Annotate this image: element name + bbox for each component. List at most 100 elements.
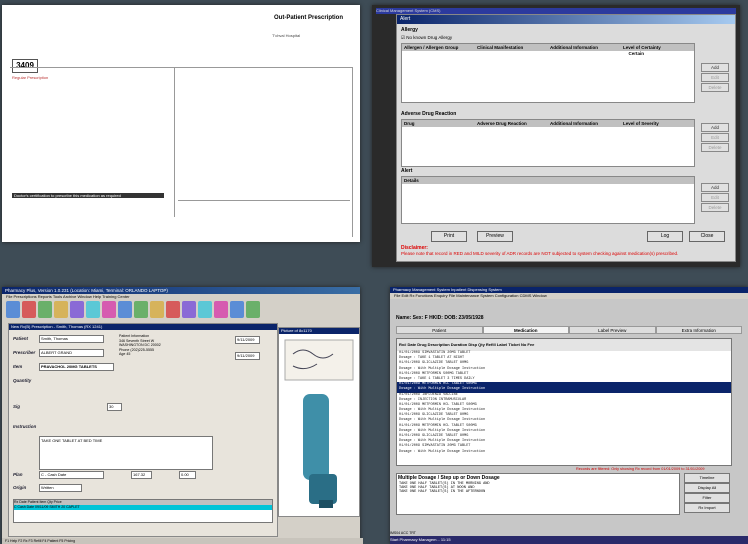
pharmacy-plus-screenshot: Pharmacy Plus, Version 1.0.231 (Location…	[2, 287, 363, 544]
prescription-logo: Out-Patient Prescription	[274, 15, 344, 21]
toolbar-icon[interactable]	[134, 301, 148, 318]
allergy-col-2: Clinical Manifestation	[477, 45, 524, 50]
toolbar-icon[interactable]	[6, 301, 20, 318]
tab-extra-information[interactable]: Extra Information	[655, 326, 742, 334]
preview-button[interactable]: Preview	[477, 231, 513, 242]
toolbar-icon[interactable]	[230, 301, 244, 318]
adr-add-button[interactable]: Add	[701, 123, 729, 132]
alert-section-label: Alert	[401, 168, 413, 174]
allergy-delete-button[interactable]: Delete	[701, 83, 729, 92]
adr-delete-button[interactable]: Delete	[701, 143, 729, 152]
drug-picture-window: Picture of 8c1170	[278, 327, 360, 517]
toolbar-icon[interactable]	[182, 301, 196, 318]
allergy-col-3: Additional Information	[550, 45, 598, 50]
sig-label: Sig	[13, 404, 21, 409]
adr-edit-button[interactable]: Edit	[701, 133, 729, 142]
display-all-button[interactable]: Display All	[684, 483, 730, 493]
rx-import-button[interactable]: Rx Import	[684, 503, 730, 513]
toolbar-icon[interactable]	[198, 301, 212, 318]
form-title: New Rx(B) Prescription - Smith, Thomas (…	[9, 324, 277, 330]
alert-edit-button[interactable]: Edit	[701, 193, 729, 202]
app-title-bar: Pharmacy Plus, Version 1.0.231 (Location…	[2, 287, 360, 294]
allergy-grid[interactable]: Allergen / Allergen Group Clinical Manif…	[401, 43, 695, 103]
print-button[interactable]: Print	[431, 231, 467, 242]
alert-delete-button[interactable]: Delete	[701, 203, 729, 212]
medication-row[interactable]: Dosage : With Multiple Dosage Instructio…	[397, 450, 731, 455]
adr-grid[interactable]: Drug Adverse Drug Reaction Additional In…	[401, 119, 695, 167]
days-field[interactable]: 30	[107, 403, 122, 411]
prescriber-field[interactable]: ALBERT GRAND	[39, 349, 104, 357]
pharmacy-management-screenshot: Pharmacy Management System Inpatient Dis…	[390, 287, 748, 544]
alert-add-button[interactable]: Add	[701, 183, 729, 192]
medication-grid[interactable]: Rx# Date Drug Description Duration Disp …	[396, 338, 732, 466]
regular-prescription-label: Regular Prescription	[12, 75, 49, 80]
alert-grid[interactable]: Details	[401, 176, 695, 224]
allergy-col-1: Allergen / Allergen Group	[404, 45, 459, 50]
tab-bar: Patient Medication Label Preview Extra I…	[396, 326, 742, 334]
divider	[174, 67, 175, 217]
adr-col-3: Additional Information	[550, 121, 598, 126]
plan-field[interactable]: C - Cash Date	[39, 471, 104, 479]
patient-field[interactable]: Smith, Thomas	[39, 335, 104, 343]
toolbar-icon[interactable]	[70, 301, 84, 318]
toolbar-icon[interactable]	[86, 301, 100, 318]
allergy-section-label: Allergy	[401, 27, 418, 33]
divider	[10, 67, 352, 68]
origin-label: Origin	[13, 485, 27, 490]
adr-col-2: Adverse Drug Reaction	[477, 121, 527, 126]
patient-information: Patient Information 346 Seventh Street W…	[119, 334, 161, 356]
toolbar-icon[interactable]	[150, 301, 164, 318]
toolbar-icon[interactable]	[214, 301, 228, 318]
adr-col-1: Drug	[404, 121, 415, 126]
multiple-dosage-title: Multiple Dosage / Step up or Down Dosage	[398, 475, 500, 481]
toolbar-icon[interactable]	[54, 301, 68, 318]
allergy-edit-button[interactable]: Edit	[701, 73, 729, 82]
instruction-field[interactable]: TAKE ONE TABLET AT BED TIME	[39, 436, 213, 470]
close-button[interactable]: Close	[689, 231, 725, 242]
log-button[interactable]: Log	[647, 231, 683, 242]
allergy-col-4: Level of Certainty	[623, 45, 661, 50]
dosage-line: TAKE ONE HALF TABLET(S) IN THE AFTERNOON	[399, 490, 486, 494]
table-row-selected[interactable]: C Cash Date 09/11/09 SMITH 20 CAPLET	[14, 505, 272, 510]
no-known-allergy-checkbox[interactable]: ☑ No known Drug Allergy	[401, 35, 452, 41]
item-label: Item	[13, 364, 23, 369]
tab-patient[interactable]: Patient	[396, 326, 483, 334]
toolbar	[2, 300, 360, 322]
hospital-name: T'chval Hospital	[272, 33, 301, 38]
alert-window: Alert Allergy ☑ No known Drug Allergy Al…	[396, 14, 736, 262]
toolbar-icon[interactable]	[38, 301, 52, 318]
price-field[interactable]: 167.32	[131, 471, 152, 479]
timeline-button[interactable]: Timeline	[684, 473, 730, 483]
toolbar-icon[interactable]	[22, 301, 36, 318]
prescription-number-box: 3409	[12, 59, 38, 73]
prescription-form: New Rx(B) Prescription - Smith, Thomas (…	[8, 323, 278, 537]
alert-col-details: Details	[404, 178, 419, 183]
doctor-certification-bar: Doctor's certification to prescribe this…	[12, 193, 164, 198]
toolbar-icon[interactable]	[118, 301, 132, 318]
toolbar-icon[interactable]	[102, 301, 116, 318]
inhaler-image	[284, 339, 354, 508]
copay-field[interactable]: 0.00	[179, 471, 196, 479]
tab-medication[interactable]: Medication	[482, 326, 569, 334]
adr-section-label: Adverse Drug Reaction	[401, 111, 457, 117]
allergy-add-button[interactable]: Add	[701, 63, 729, 72]
taskbar[interactable]: Start Pharmacy Managem... 11:15	[390, 536, 748, 544]
prescription-table[interactable]: Rx Date Patient Item Qty Price C Cash Da…	[13, 499, 273, 523]
toolbar-icon[interactable]	[166, 301, 180, 318]
toolbar-icon[interactable]	[246, 301, 260, 318]
dispensed-date[interactable]: 9/11/2009	[235, 352, 260, 360]
divider	[178, 200, 350, 201]
filter-warning: Records are filtered: Only showing Rx re…	[576, 467, 705, 471]
plan-label: Plan	[13, 472, 23, 477]
patient-line: Name: Sex: F HKID: DOB: 23/05/1928	[396, 315, 484, 321]
prescription-form-image: Out-Patient Prescription T'chval Hospita…	[2, 5, 360, 242]
item-field[interactable]: PRAVACHOL 20MG TABLETS	[39, 363, 114, 371]
tab-label-preview[interactable]: Label Preview	[569, 326, 656, 334]
disclaimer-text: Please note that record in RED and MILD …	[401, 251, 679, 256]
filter-button[interactable]: Filter	[684, 493, 730, 503]
origin-field[interactable]: Written	[39, 484, 82, 492]
menu-bar[interactable]: File Edit Rx Functions Enquiry File Main…	[390, 293, 748, 299]
written-date[interactable]: 9/11/2009	[235, 336, 260, 344]
disclaimer: Disclaimer: Please note that record in R…	[401, 245, 678, 256]
medication-rows: 01/01/2009 SIMVASTATIN 20MG TABLET Dosag…	[397, 351, 731, 455]
